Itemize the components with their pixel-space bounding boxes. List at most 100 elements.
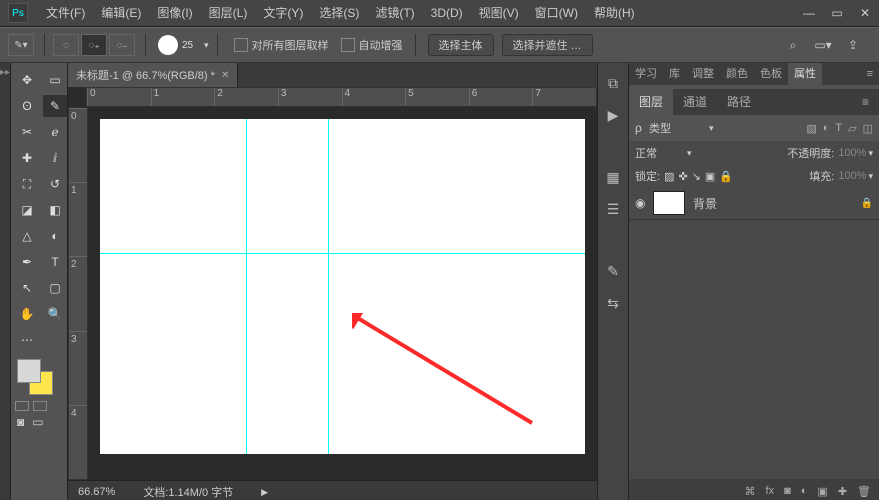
canvas[interactable] bbox=[100, 119, 585, 454]
select-and-mask-button[interactable]: 选择并遮住 … bbox=[502, 34, 593, 56]
menu-3d[interactable]: 3D(D) bbox=[423, 0, 471, 26]
tab-paths[interactable]: 路径 bbox=[717, 89, 761, 115]
stamp-tool-icon[interactable]: ⛶ bbox=[15, 173, 39, 195]
filter-shape-icon[interactable]: ▱ bbox=[848, 122, 856, 135]
new-layer-icon[interactable]: ✚ bbox=[838, 485, 847, 498]
menu-image[interactable]: 图像(I) bbox=[149, 0, 200, 26]
guide-vertical[interactable] bbox=[328, 119, 329, 454]
new-group-icon[interactable]: ▣ bbox=[817, 485, 827, 498]
filter-search-icon[interactable]: ρ bbox=[635, 121, 643, 135]
tab-layers[interactable]: 图层 bbox=[629, 89, 673, 115]
filter-kind-select[interactable]: 类型 bbox=[649, 120, 703, 136]
search-icon[interactable]: ⌕ bbox=[783, 35, 803, 55]
lock-position-icon[interactable]: ✜ bbox=[678, 170, 687, 183]
selection-new-icon[interactable]: ◌ bbox=[53, 34, 79, 56]
window-restore-icon[interactable]: ▭ bbox=[823, 0, 851, 26]
add-mask-icon[interactable]: ◙ bbox=[784, 485, 791, 497]
quickmask-icon[interactable]: ◙ bbox=[17, 415, 24, 429]
menu-filter[interactable]: 滤镜(T) bbox=[367, 0, 422, 26]
eraser-tool-icon[interactable]: ◪ bbox=[15, 199, 39, 221]
type-tool-icon[interactable]: T bbox=[43, 251, 67, 273]
swap-colors-icon[interactable] bbox=[33, 401, 47, 411]
menu-file[interactable]: 文件(F) bbox=[38, 0, 93, 26]
chevron-down-icon[interactable]: ▾ bbox=[687, 148, 692, 159]
dock-play-icon[interactable]: ▶ bbox=[608, 105, 619, 125]
tab-color[interactable]: 颜色 bbox=[720, 63, 754, 85]
menu-layer[interactable]: 图层(L) bbox=[201, 0, 256, 26]
window-close-icon[interactable]: ✕ bbox=[851, 0, 879, 26]
window-minimize-icon[interactable]: — bbox=[795, 0, 823, 26]
panel-menu-icon[interactable]: ≡ bbox=[861, 63, 879, 85]
layer-thumbnail[interactable] bbox=[653, 191, 685, 215]
blur-tool-icon[interactable]: △ bbox=[15, 225, 39, 247]
current-tool-display[interactable]: ✎▾ bbox=[8, 34, 34, 56]
link-layers-icon[interactable]: ⌘ bbox=[745, 485, 756, 498]
dock-brush-icon[interactable]: ✎ bbox=[607, 261, 619, 281]
tab-swatches[interactable]: 色板 bbox=[754, 63, 788, 85]
vertical-ruler[interactable]: 0 1 2 3 4 bbox=[68, 107, 88, 480]
lock-image-icon[interactable]: ↘ bbox=[692, 170, 701, 183]
layer-fx-icon[interactable]: fx bbox=[766, 485, 775, 497]
tab-learn[interactable]: 学习 bbox=[629, 63, 663, 85]
history-brush-tool-icon[interactable]: ↺ bbox=[43, 173, 67, 195]
dodge-tool-icon[interactable]: ◐ bbox=[43, 225, 67, 247]
menu-window[interactable]: 窗口(W) bbox=[527, 0, 586, 26]
horizontal-ruler[interactable]: 0 1 2 3 4 5 6 7 bbox=[86, 87, 597, 107]
workspace-icon[interactable]: ▭▾ bbox=[813, 35, 833, 55]
brush-size-value[interactable]: 25 bbox=[182, 40, 204, 51]
tab-properties[interactable]: 属性 bbox=[788, 63, 822, 85]
selection-subtract-icon[interactable]: ◌₋ bbox=[109, 34, 135, 56]
share-icon[interactable]: ⇪ bbox=[843, 35, 863, 55]
color-swatches[interactable] bbox=[15, 357, 63, 395]
hand-tool-icon[interactable]: ✋ bbox=[15, 303, 39, 325]
document-tab[interactable]: 未标题-1 @ 66.7%(RGB/8) * ✕ bbox=[68, 63, 238, 87]
tab-channels[interactable]: 通道 bbox=[673, 89, 717, 115]
blend-mode-select[interactable]: 正常 bbox=[635, 145, 657, 161]
menu-edit[interactable]: 编辑(E) bbox=[93, 0, 149, 26]
menu-select[interactable]: 选择(S) bbox=[311, 0, 367, 26]
crop-tool-icon[interactable]: ✂ bbox=[15, 121, 39, 143]
dock-settings-icon[interactable]: ⇆ bbox=[607, 293, 619, 313]
filter-smart-icon[interactable]: ◫ bbox=[863, 122, 873, 135]
quick-select-tool-icon[interactable]: ✎ bbox=[43, 95, 67, 117]
close-tab-icon[interactable]: ✕ bbox=[221, 70, 229, 81]
brush-preview-icon[interactable] bbox=[158, 35, 178, 55]
dock-preset-icon[interactable]: ☰ bbox=[607, 199, 620, 219]
menu-view[interactable]: 视图(V) bbox=[471, 0, 527, 26]
lasso-tool-icon[interactable]: ʘ bbox=[15, 95, 39, 117]
new-fill-icon[interactable]: ◐ bbox=[801, 485, 808, 497]
chevron-down-icon[interactable]: ▾ bbox=[204, 40, 209, 51]
shape-tool-icon[interactable]: ▢ bbox=[43, 277, 67, 299]
tab-libraries[interactable]: 库 bbox=[663, 63, 686, 85]
tab-adjust[interactable]: 调整 bbox=[686, 63, 720, 85]
chevron-right-icon[interactable]: ▶ bbox=[261, 487, 268, 498]
menu-help[interactable]: 帮助(H) bbox=[586, 0, 643, 26]
guide-vertical[interactable] bbox=[246, 119, 247, 454]
guide-horizontal[interactable] bbox=[100, 253, 585, 254]
select-subject-button[interactable]: 选择主体 bbox=[428, 34, 494, 56]
status-docinfo[interactable]: 文档:1.14M/0 字节 bbox=[143, 484, 233, 500]
edit-toolbar-icon[interactable]: ⋯ bbox=[15, 329, 39, 351]
chevron-down-icon[interactable]: ▾ bbox=[868, 171, 873, 182]
screenmode-icon[interactable]: ▭ bbox=[32, 415, 43, 429]
eyedropper-tool-icon[interactable]: ℯ bbox=[43, 121, 67, 143]
collapse-left-icon[interactable]: ▸▸ bbox=[0, 63, 10, 78]
default-colors-icon[interactable] bbox=[15, 401, 29, 411]
menu-type[interactable]: 文字(Y) bbox=[255, 0, 311, 26]
panel-menu-icon[interactable]: ≡ bbox=[852, 89, 879, 115]
filter-pixel-icon[interactable]: ▨ bbox=[806, 122, 816, 135]
chevron-down-icon[interactable]: ▾ bbox=[868, 148, 873, 159]
layer-row[interactable]: ◉ 背景 🔒 bbox=[629, 187, 879, 220]
opacity-value[interactable]: 100% bbox=[838, 147, 866, 159]
lock-all-icon[interactable]: 🔒 bbox=[719, 170, 733, 183]
healing-tool-icon[interactable]: ✚ bbox=[15, 147, 39, 169]
pen-tool-icon[interactable]: ✒ bbox=[15, 251, 39, 273]
selection-add-icon[interactable]: ◌₊ bbox=[81, 34, 107, 56]
chevron-down-icon[interactable]: ▾ bbox=[709, 123, 714, 134]
fill-value[interactable]: 100% bbox=[838, 170, 866, 182]
lock-artboard-icon[interactable]: ▣ bbox=[705, 170, 715, 183]
filter-type-icon[interactable]: T bbox=[835, 122, 842, 134]
zoom-tool-icon[interactable]: 🔍 bbox=[43, 303, 67, 325]
filter-adjust-icon[interactable]: ◐ bbox=[823, 122, 830, 134]
brush-tool-icon[interactable]: ⅈ bbox=[43, 147, 67, 169]
